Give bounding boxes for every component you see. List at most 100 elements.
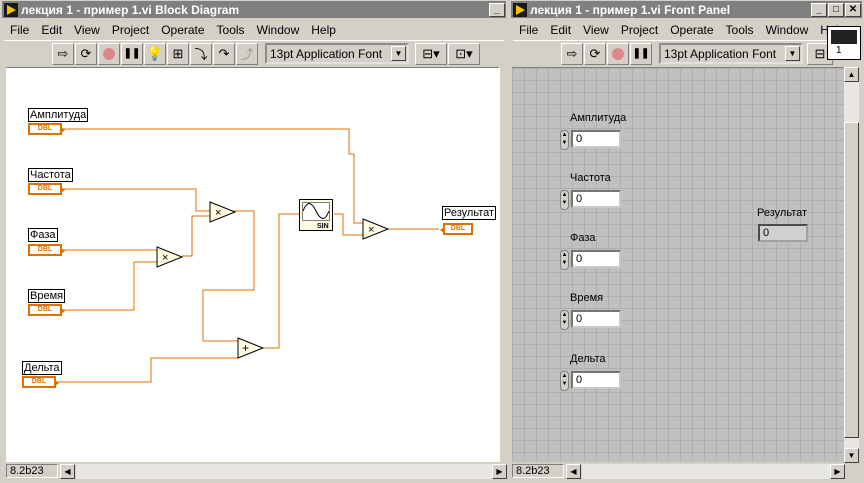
abort-icon[interactable] [607,42,629,65]
numeric-input-time[interactable]: 0 [571,310,621,328]
sin-label: SIN [317,223,329,230]
align-objects-icon[interactable]: ⊟▾ [415,42,447,65]
run-continuously-icon[interactable]: ⟳ [75,42,97,65]
front-panel-menubar: File Edit View Project Operate Tools Win… [513,20,860,39]
menu-operate[interactable]: Operate [155,23,210,37]
labview-icon [513,2,527,17]
indicator-terminal-result[interactable]: DBL [440,223,473,235]
distribute-objects-icon[interactable]: ⊡▾ [448,42,480,65]
control-label-amplitude[interactable]: Амплитуда [28,108,89,122]
minimize-button[interactable]: _ [489,2,505,17]
menu-file[interactable]: File [4,23,35,37]
front-panel-canvas[interactable]: Амплитуда ▲ ▼ 0 Частота ▲ ▼ 0 Фаза ▲ ▼ 0 Вр… [512,67,844,462]
chevron-down-icon: ▼ [785,46,800,61]
scroll-left-icon[interactable]: ◀ [566,464,581,479]
menu-project[interactable]: Project [615,23,664,37]
numeric-input-amplitude[interactable]: 0 [571,130,621,148]
menu-operate[interactable]: Operate [664,23,719,37]
step-into-icon[interactable]: ⤵ [190,42,212,65]
front-panel-titlebar[interactable]: лекция 1 - пример 1.vi Front Panel _ □ ✕ [511,1,862,18]
increment-decrement-icon[interactable]: ▲ ▼ [560,190,569,210]
indicator-label-result[interactable]: Результат [442,206,497,220]
add-node[interactable]: + [237,337,265,359]
control-terminal-phase[interactable]: DBL [28,244,65,256]
menu-project[interactable]: Project [106,23,155,37]
wire-add-out [261,213,300,349]
control-terminal-time[interactable]: DBL [28,304,65,316]
menu-edit[interactable]: Edit [35,23,68,37]
block-diagram-title: лекция 1 - пример 1.vi Block Diagram [21,2,240,17]
scroll-down-icon[interactable]: ▼ [844,448,859,463]
menu-edit[interactable]: Edit [544,23,577,37]
front-panel-vscroll-track[interactable] [844,82,859,448]
close-button[interactable]: ✕ [845,2,861,17]
menu-window[interactable]: Window [760,23,815,37]
block-diagram-window: лекция 1 - пример 1.vi Block Diagram _ F… [0,0,508,483]
scroll-left-icon[interactable]: ◀ [60,464,75,479]
wire-frequency [62,188,211,212]
abort-icon[interactable] [98,42,120,65]
menu-tools[interactable]: Tools [720,23,760,37]
multiply-node-2[interactable]: × [209,201,237,223]
control-caption-delta: Дельта [570,353,606,365]
wire-sin-out [334,213,364,236]
step-over-icon[interactable]: ↷ [213,42,235,65]
vi-icon[interactable]: 1 [827,26,861,60]
multiply-node-3[interactable]: × [362,218,390,240]
font-selector[interactable]: 13pt Application Font ▼ [265,43,409,64]
wire-mult2-out [202,210,255,342]
run-arrow-icon[interactable]: ⇨ [561,42,583,65]
multiply-symbol: × [368,224,374,236]
increment-decrement-icon[interactable]: ▲ ▼ [560,250,569,270]
indicator-caption-result: Результат [757,207,808,219]
menu-help[interactable]: Help [305,23,342,37]
increment-decrement-icon[interactable]: ▲ ▼ [560,310,569,330]
font-selector[interactable]: 13pt Application Font ▼ [659,43,803,64]
menu-view[interactable]: View [577,23,615,37]
scroll-up-icon[interactable]: ▲ [844,67,859,82]
menu-file[interactable]: File [513,23,544,37]
scroll-right-icon[interactable]: ▶ [492,464,507,479]
block-diagram-hscroll-track[interactable] [76,464,492,479]
scroll-right-icon[interactable]: ▶ [830,464,845,479]
control-caption-amplitude: Амплитуда [570,112,627,124]
increment-decrement-icon[interactable]: ▲ ▼ [560,130,569,150]
menu-window[interactable]: Window [251,23,306,37]
block-diagram-vscroll[interactable] [499,67,508,462]
front-panel-title: лекция 1 - пример 1.vi Front Panel [530,2,731,17]
numeric-input-delta[interactable]: 0 [571,371,621,389]
highlight-execution-icon[interactable]: 💡 [144,42,166,65]
sine-function-node[interactable]: SIN [299,199,333,231]
control-label-frequency[interactable]: Частота [28,168,73,182]
retain-wire-values-icon[interactable]: ⊞ [167,42,189,65]
block-diagram-version-status: 8.2b23 [6,464,58,478]
multiply-node-1[interactable]: × [156,246,184,268]
pause-icon[interactable]: ❚❚ [630,42,652,65]
increment-decrement-icon[interactable]: ▲ ▼ [560,371,569,391]
control-terminal-delta[interactable]: DBL [22,376,59,388]
run-arrow-icon[interactable]: ⇨ [52,42,74,65]
control-label-delta[interactable]: Дельта [22,361,62,375]
front-panel-hscroll-track[interactable] [582,464,830,479]
labview-icon [4,2,18,17]
menu-tools[interactable]: Tools [211,23,251,37]
pause-icon[interactable]: ❚❚ [121,42,143,65]
menu-view[interactable]: View [68,23,106,37]
control-terminal-amplitude[interactable]: DBL [28,123,65,135]
add-symbol: + [242,341,249,355]
numeric-input-frequency[interactable]: 0 [571,190,621,208]
control-label-phase[interactable]: Фаза [28,228,58,242]
vscroll-thumb[interactable] [844,122,859,438]
block-diagram-canvas[interactable]: Амплитуда DBL Частота DBL Фаза DBL Время… [6,67,499,462]
control-label-time[interactable]: Время [28,289,66,303]
run-continuously-icon[interactable]: ⟳ [584,42,606,65]
wire-time [62,261,158,311]
control-caption-frequency: Частота [570,172,611,184]
block-diagram-titlebar[interactable]: лекция 1 - пример 1.vi Block Diagram _ [2,1,506,18]
minimize-button[interactable]: _ [811,2,827,17]
numeric-input-phase[interactable]: 0 [571,250,621,268]
maximize-button[interactable]: □ [828,2,844,17]
step-out-icon[interactable]: ⤴ [236,42,258,65]
vi-icon-graphic [831,30,857,44]
control-terminal-frequency[interactable]: DBL [28,183,65,195]
